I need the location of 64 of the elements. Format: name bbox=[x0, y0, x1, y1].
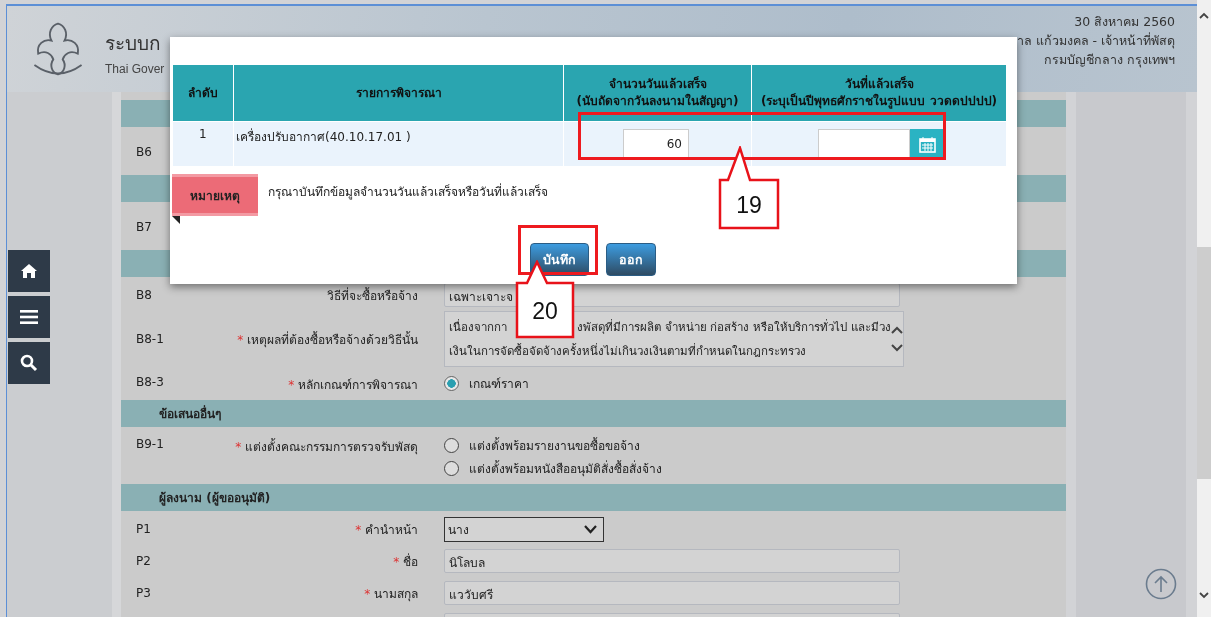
radio-label: เกณฑ์ราคา bbox=[469, 376, 529, 393]
ribbon-fold-icon bbox=[172, 216, 180, 224]
home-icon bbox=[20, 263, 38, 279]
note-text: กรุณาบันทึกข้อมูลจำนวนวันแล้วเสร็จหรือวันที่แล้วเสร็จ bbox=[268, 182, 548, 202]
field-label: เหตุผลที่ต้องซื้อหรือจ้างด้วยวิธีนั้น bbox=[247, 332, 418, 347]
row-code: B9-1 bbox=[136, 437, 164, 451]
scrollbar-thumb[interactable] bbox=[1197, 247, 1211, 479]
search-icon bbox=[20, 354, 38, 372]
required-mark: * bbox=[235, 440, 242, 454]
row-code: P3 bbox=[136, 586, 151, 600]
field-label: วิธีที่จะซื้อหรือจ้าง bbox=[327, 288, 418, 303]
scroll-up-icon[interactable] bbox=[1199, 12, 1209, 19]
row-code: P2 bbox=[136, 554, 151, 568]
radio-label: แต่งตั้งพร้อมหนังสืออนุมัติสั่งซื้อสั่งจ้าง bbox=[469, 459, 662, 478]
field-label: หลักเกณฑ์การพิจารณา bbox=[298, 378, 418, 392]
field-label: ชื่อ bbox=[403, 554, 418, 569]
text-field[interactable]: นิโลบล bbox=[444, 549, 900, 573]
column-header: รายการพิจารณา bbox=[233, 64, 564, 122]
department-name: กรมบัญชีกลาง กรุงเทพฯ bbox=[1044, 51, 1175, 69]
table-cell: เครื่องปรับอากาศ(40.10.17.01 ) bbox=[233, 121, 564, 166]
required-mark: * bbox=[364, 586, 371, 601]
required-mark: * bbox=[355, 522, 362, 537]
scroll-down-icon[interactable] bbox=[1199, 592, 1209, 599]
calendar-icon bbox=[919, 135, 936, 153]
column-header: จำนวนวันแล้วเสร็จ (นับถัดจากวันลงนามในสัญญา) bbox=[563, 64, 752, 122]
required-mark: * bbox=[237, 332, 244, 347]
radio-button[interactable] bbox=[444, 461, 459, 476]
field-label: คำนำหน้า bbox=[365, 522, 418, 537]
section-title: ผู้ลงนาม (ผู้ขออนุมัติ) bbox=[159, 490, 271, 507]
row-code: B8-1 bbox=[136, 332, 164, 346]
scroll-to-top-icon[interactable] bbox=[1145, 568, 1177, 600]
section-title: ข้อเสนออื่นๆ bbox=[159, 404, 221, 423]
column-header: วันที่แล้วเสร็จ (ระบุเป็นปีพุทธศักราชในรูปแบบ ววดดปปปป) bbox=[751, 64, 1007, 122]
callout-label: 19 bbox=[718, 146, 780, 230]
days-input[interactable]: 60 bbox=[623, 129, 689, 159]
user-name: าล แก้วมงคล - เจ้าหน้าที่พัสดุ bbox=[1016, 31, 1175, 50]
note-tag: หมายเหตุ bbox=[172, 174, 258, 216]
field-label: แต่งตั้งคณะกรรมการตรวจรับพัสดุ bbox=[245, 440, 418, 454]
row-code: P1 bbox=[136, 522, 151, 536]
chevron-down-icon bbox=[584, 524, 597, 534]
dropdown[interactable]: นาง bbox=[444, 516, 604, 542]
required-mark: * bbox=[288, 378, 295, 392]
row-code: B8-3 bbox=[136, 375, 164, 389]
row-code: B7 bbox=[136, 220, 152, 234]
row-code: B6 bbox=[136, 145, 152, 159]
menu-icon bbox=[20, 310, 38, 324]
required-mark: * bbox=[393, 554, 400, 569]
system-subtitle: Thai Gover bbox=[105, 62, 165, 76]
scrollbar[interactable] bbox=[1197, 0, 1211, 617]
radio-button[interactable] bbox=[444, 376, 459, 391]
radio-label: แต่งตั้งพร้อมรายงานขอซื้อขอจ้าง bbox=[469, 436, 640, 455]
field-label: นามสกุล bbox=[374, 586, 418, 601]
system-title: ระบบก bbox=[105, 31, 162, 56]
home-button[interactable] bbox=[8, 250, 50, 292]
row-code: B8 bbox=[136, 288, 152, 302]
exit-button[interactable]: ออก bbox=[605, 243, 656, 276]
table-cell: 1 bbox=[172, 121, 234, 166]
current-date: 30 สิงหาคม 2560 bbox=[1074, 13, 1175, 31]
date-input[interactable] bbox=[818, 128, 910, 160]
radio-button[interactable] bbox=[444, 438, 459, 453]
text-field[interactable]: แววับศรี bbox=[444, 581, 900, 605]
column-header: ลำดับ bbox=[172, 64, 234, 122]
menu-button[interactable] bbox=[8, 296, 50, 338]
search-button[interactable] bbox=[8, 342, 50, 384]
